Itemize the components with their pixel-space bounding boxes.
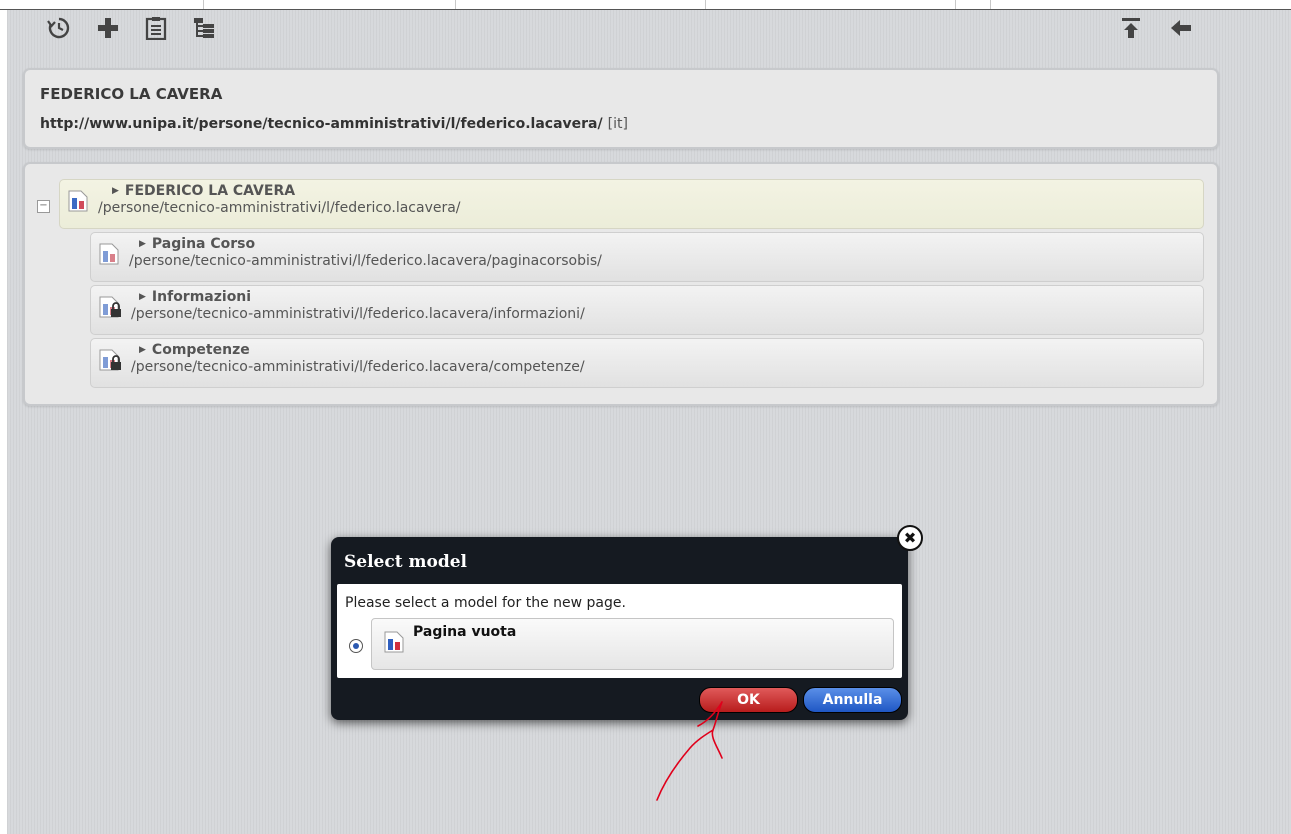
page-url-link[interactable]: http://www.unipa.it/persone/tecnico-ammi…: [40, 116, 603, 132]
node-path: /persone/tecnico-amministrativi/l/federi…: [129, 253, 602, 269]
close-icon[interactable]: ✖: [897, 525, 923, 551]
node-name: Pagina Corso: [151, 236, 256, 252]
model-option[interactable]: Pagina vuota: [371, 618, 894, 670]
dialog-message: Please select a model for the new page.: [345, 595, 626, 611]
page-tree-panel: − ▶ FEDERICO LA CAVERA /persone/tecnico-a…: [23, 162, 1219, 406]
page-icon: [384, 631, 404, 657]
tree-node-child[interactable]: ▶ Competenze /persone/tecnico-amministrat…: [90, 338, 1204, 388]
tree-node-child[interactable]: ▶ Informazioni /persone/tecnico-amministr…: [90, 285, 1204, 335]
clipboard-icon[interactable]: [141, 13, 171, 43]
cancel-button[interactable]: Annulla: [803, 687, 902, 713]
expand-arrow-icon[interactable]: ▶: [112, 186, 119, 196]
move-top-icon[interactable]: [1116, 13, 1146, 43]
node-path: /persone/tecnico-amministrativi/l/federi…: [98, 200, 461, 216]
expand-arrow-icon[interactable]: ▶: [139, 239, 146, 249]
tree-node-root[interactable]: ▶ FEDERICO LA CAVERA /persone/tecnico-amm…: [59, 179, 1204, 229]
add-icon[interactable]: [93, 13, 123, 43]
back-arrow-icon[interactable]: [1166, 13, 1196, 43]
model-radio[interactable]: [349, 639, 363, 653]
annotation-arrow-icon: [656, 701, 723, 801]
node-path: /persone/tecnico-amministrativi/l/federi…: [131, 306, 585, 322]
dialog-title: Select model: [344, 552, 467, 572]
select-model-dialog: Select model ✖ Please select a model for…: [331, 525, 923, 720]
locked-page-icon: [99, 296, 123, 322]
top-tab-strip: [0, 0, 1291, 10]
expand-arrow-icon[interactable]: ▶: [139, 292, 146, 302]
node-name: Competenze: [151, 342, 250, 358]
language-tag: [it]: [607, 116, 628, 132]
node-name: Informazioni: [151, 289, 252, 305]
collapse-toggle[interactable]: −: [37, 200, 50, 213]
tree-node-child[interactable]: ▶ Pagina Corso /persone/tecnico-amministr…: [90, 232, 1204, 282]
node-path: /persone/tecnico-amministrativi/l/federi…: [131, 359, 585, 375]
tree-icon[interactable]: [189, 13, 219, 43]
model-option-label: Pagina vuota: [413, 624, 517, 640]
page-info-panel: FEDERICO LA CAVERA http://www.unipa.it/p…: [23, 68, 1219, 149]
page-url: http://www.unipa.it/persone/tecnico-ammi…: [40, 116, 628, 132]
page-icon: [99, 243, 119, 269]
history-icon[interactable]: [44, 13, 74, 43]
page-title: FEDERICO LA CAVERA: [40, 85, 223, 103]
dialog-body: Please select a model for the new page. …: [337, 584, 902, 678]
page-icon: [68, 190, 88, 216]
node-name: FEDERICO LA CAVERA: [124, 183, 296, 199]
locked-page-icon: [99, 349, 123, 375]
expand-arrow-icon[interactable]: ▶: [139, 345, 146, 355]
